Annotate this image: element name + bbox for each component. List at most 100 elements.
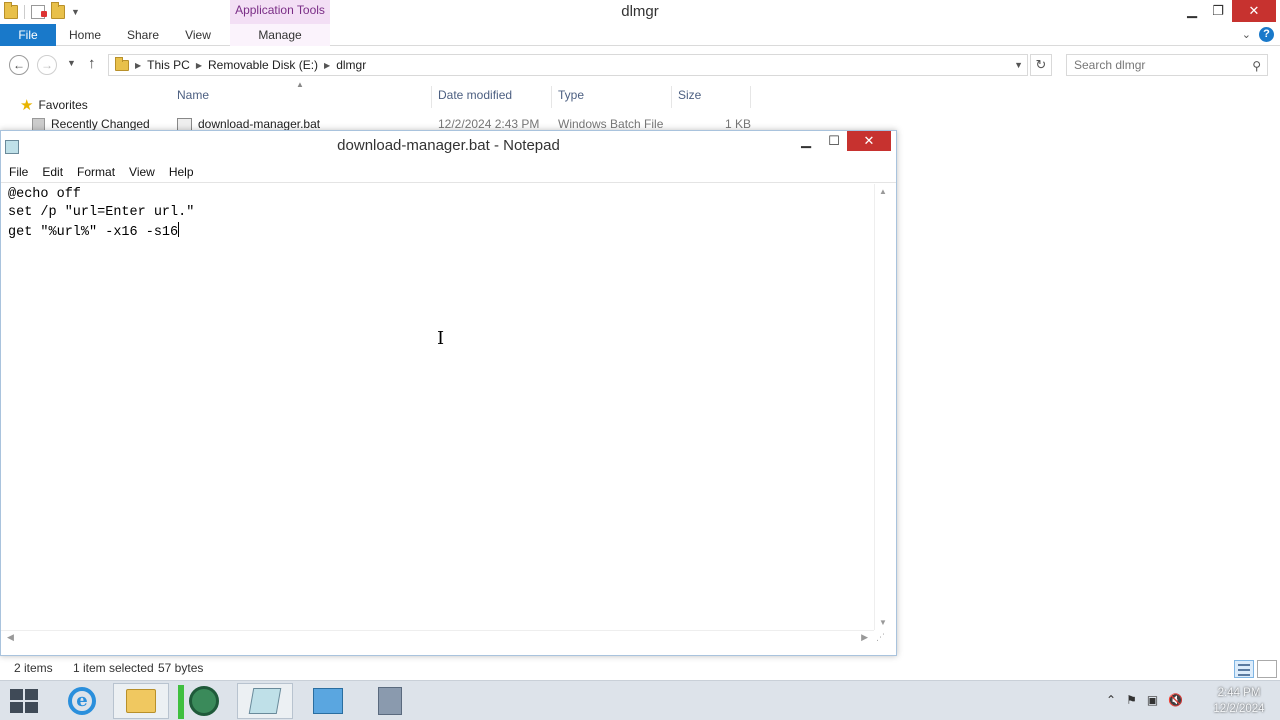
star-icon: ★ — [20, 97, 34, 114]
clock-time: 2:44 PM — [1217, 687, 1261, 699]
menu-file[interactable]: File — [1, 165, 34, 179]
sidebar-item-favorites[interactable]: ★ Favorites — [20, 96, 88, 114]
search-icon[interactable]: ⚲ — [1252, 56, 1261, 76]
ribbon-tabs: File Home Share View Manage ⌄ ? — [0, 24, 1280, 46]
menu-format[interactable]: Format — [69, 165, 121, 179]
menu-help[interactable]: Help — [161, 165, 200, 179]
network-icon[interactable]: ▣ — [1147, 693, 1158, 707]
notepad-window: download-manager.bat - Notepad ▁ ☐ ✕ Fil… — [0, 130, 897, 656]
taskbar-file-explorer[interactable] — [113, 683, 169, 719]
status-item-count: 2 items — [14, 661, 53, 675]
expand-ribbon-icon[interactable]: ⌄ — [1242, 28, 1251, 41]
details-view-button[interactable] — [1234, 660, 1254, 678]
network-globe-icon — [189, 686, 219, 716]
text-editor-area[interactable]: @echo off set /p "url=Enter url." get "%… — [1, 184, 874, 630]
volume-muted-icon[interactable]: 🔇 — [1168, 693, 1183, 707]
show-hidden-icons-icon[interactable]: ⌃ — [1106, 693, 1116, 707]
column-divider[interactable] — [551, 86, 552, 108]
breadcrumb-separator[interactable]: ▶ — [324, 61, 330, 70]
close-button[interactable]: ✕ — [847, 131, 891, 151]
sidebar-item-label: Favorites — [38, 98, 88, 112]
close-button[interactable]: ✕ — [1232, 0, 1276, 22]
horizontal-scrollbar[interactable]: ◀ ▶ — [1, 630, 874, 646]
start-button[interactable] — [10, 689, 38, 713]
search-placeholder: Search dlmgr — [1074, 58, 1146, 72]
column-header-date-modified[interactable]: Date modified — [438, 88, 512, 106]
column-header-size[interactable]: Size — [678, 88, 701, 106]
address-bar[interactable]: ▶ This PC ▶ Removable Disk (E:) ▶ dlmgr … — [108, 54, 1028, 76]
back-button[interactable]: ← — [9, 55, 29, 75]
address-dropdown-icon[interactable]: ▼ — [1014, 60, 1023, 70]
file-name: download-manager.bat — [198, 117, 321, 131]
up-button[interactable]: ↑ — [88, 55, 96, 72]
breadcrumb-separator[interactable]: ▶ — [196, 61, 202, 70]
clock-date: 12/2/2024 — [1213, 703, 1265, 715]
scroll-right-icon[interactable]: ▶ — [861, 632, 868, 643]
taskbar-internet-explorer[interactable]: e — [54, 683, 110, 719]
sidebar-item-recently-changed[interactable]: Recently Changed — [32, 117, 150, 131]
menu-view[interactable]: View — [121, 165, 161, 179]
taskbar-server-manager[interactable] — [300, 683, 356, 719]
maximize-button[interactable]: ☐ — [823, 131, 845, 151]
status-selection-size: 57 bytes — [158, 661, 204, 675]
menu-bar: File Edit Format View Help — [1, 161, 896, 183]
text-line: get "%url%" -x16 -s16 — [8, 225, 179, 240]
taskbar-notepad[interactable] — [237, 683, 293, 719]
tab-view[interactable]: View — [176, 24, 220, 46]
tab-home[interactable]: Home — [60, 24, 110, 46]
file-explorer-icon — [126, 689, 156, 713]
system-tray: ⌃ ⚑ ▣ 🔇 — [1106, 693, 1183, 707]
system-clock[interactable]: 2:44 PM 12/2/2024 — [1206, 685, 1272, 717]
tab-share[interactable]: Share — [118, 24, 168, 46]
status-selection: 1 item selected — [73, 661, 154, 675]
text-caret — [178, 222, 180, 237]
column-header-name[interactable]: Name — [177, 88, 209, 106]
scroll-up-icon[interactable]: ▲ — [875, 187, 891, 196]
help-icon[interactable]: ? — [1259, 27, 1274, 42]
search-input[interactable]: Search dlmgr ⚲ — [1066, 54, 1268, 76]
explorer-title: dlmgr — [621, 3, 659, 20]
column-divider[interactable] — [431, 86, 432, 108]
column-header-type[interactable]: Type — [558, 88, 584, 106]
file-size: 1 KB — [725, 117, 752, 131]
text-line-with-caret: get "%url%" -x16 -s16 — [8, 222, 867, 242]
taskbar-installer[interactable] — [362, 683, 418, 719]
breadcrumb-this-pc[interactable]: This PC — [147, 58, 190, 72]
scroll-left-icon[interactable]: ◀ — [7, 632, 14, 643]
minimize-button[interactable]: ▁ — [795, 131, 817, 151]
large-icons-view-button[interactable] — [1257, 660, 1277, 678]
minimize-button[interactable]: ▁ — [1180, 0, 1204, 22]
recent-places-icon — [32, 117, 45, 131]
ibeam-cursor-icon: I — [437, 328, 445, 349]
action-center-flag-icon[interactable]: ⚑ — [1126, 693, 1137, 707]
menu-edit[interactable]: Edit — [34, 165, 69, 179]
resize-grip-icon[interactable]: ⋰ — [876, 632, 885, 643]
status-bar: 2 items 1 item selected 57 bytes — [0, 658, 1280, 680]
refresh-button[interactable]: ↻ — [1030, 54, 1052, 76]
breadcrumb-removable-disk[interactable]: Removable Disk (E:) — [208, 58, 318, 72]
text-line: @echo off — [8, 187, 81, 202]
forward-button[interactable]: → — [37, 55, 57, 75]
sort-ascending-icon: ▲ — [296, 80, 304, 89]
maximize-button[interactable]: ❐ — [1206, 0, 1230, 22]
notepad-titlebar[interactable]: download-manager.bat - Notepad ▁ ☐ ✕ — [1, 131, 896, 161]
explorer-titlebar: ▼ Application Tools dlmgr ▁ ❐ ✕ — [0, 0, 1280, 24]
navigation-bar: ← → ▼ ↑ ▶ This PC ▶ Removable Disk (E:) … — [0, 50, 1280, 80]
taskbar-network-app[interactable] — [176, 683, 232, 719]
running-indicator — [178, 685, 184, 719]
file-name-cell[interactable]: download-manager.bat — [177, 117, 320, 131]
installer-icon — [378, 687, 402, 715]
recent-locations-icon[interactable]: ▼ — [67, 58, 76, 68]
sidebar-item-label: Recently Changed — [51, 117, 150, 131]
column-divider[interactable] — [671, 86, 672, 108]
breadcrumb-dlmgr[interactable]: dlmgr — [336, 58, 366, 72]
tab-file[interactable]: File — [0, 24, 56, 46]
scroll-down-icon[interactable]: ▼ — [875, 618, 891, 627]
tab-manage[interactable]: Manage — [230, 24, 330, 46]
batch-file-icon — [177, 117, 192, 131]
column-divider[interactable] — [750, 86, 751, 108]
internet-explorer-icon: e — [68, 687, 96, 715]
vertical-scrollbar[interactable]: ▲ ▼ — [874, 184, 890, 630]
breadcrumb-separator[interactable]: ▶ — [135, 61, 141, 70]
file-type: Windows Batch File — [558, 117, 664, 131]
